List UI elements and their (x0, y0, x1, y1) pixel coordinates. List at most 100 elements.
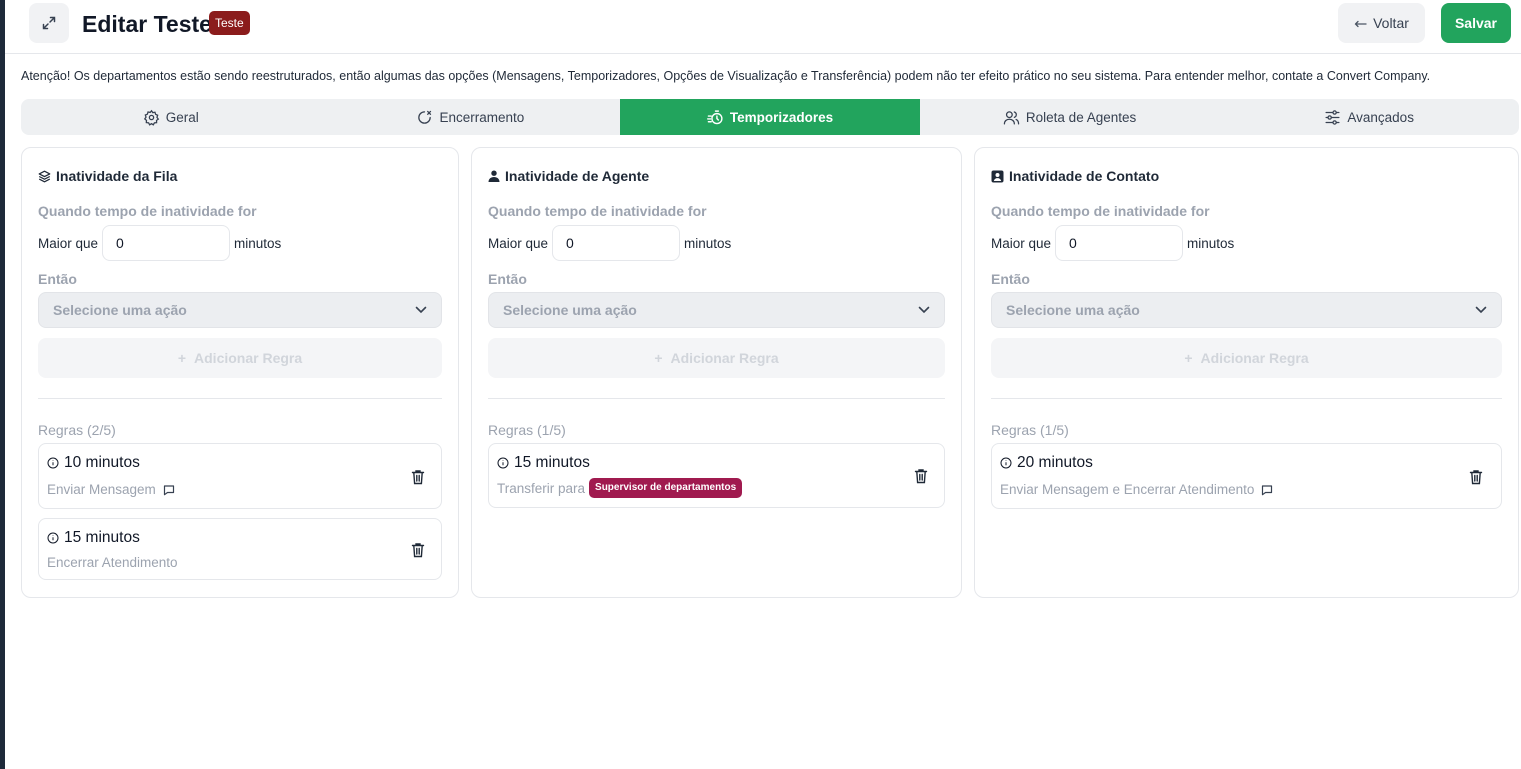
inactivity-minutes-input[interactable] (1055, 225, 1183, 261)
condition-label: Quando tempo de inatividade for (488, 203, 707, 219)
tab-label: Encerramento (439, 109, 525, 125)
chevron-down-icon (1475, 306, 1487, 314)
inactivity-minutes-input[interactable] (102, 225, 230, 261)
info-icon (47, 457, 59, 469)
greater-than-label: Maior que (488, 236, 549, 251)
action-select[interactable]: Selecione uma ação (488, 292, 945, 328)
page-title: Editar Teste (82, 11, 212, 37)
inactivity-minutes-input[interactable] (552, 225, 680, 261)
trash-icon-button[interactable] (914, 468, 928, 484)
tab-encerramento[interactable]: Encerramento (321, 99, 621, 135)
rule-time: 15 minutos (497, 454, 590, 472)
timer-off-icon (418, 110, 432, 124)
back-label: Voltar (1373, 15, 1409, 31)
sliders-icon (1325, 109, 1340, 125)
rule-description: Enviar Mensagem e Encerrar Atendimento (1000, 482, 1274, 497)
action-select[interactable]: Selecione uma ação (38, 292, 442, 328)
add-rule-button[interactable]: + Adicionar Regra (38, 338, 442, 378)
message-icon (1262, 484, 1273, 495)
trash-icon-button[interactable] (411, 469, 425, 485)
rules-count-label: Regras (1/5) (488, 422, 566, 438)
back-button[interactable]: Voltar (1338, 3, 1425, 43)
restructure-notice: Atenção! Os departamentos estão sendo re… (21, 69, 1431, 83)
back-arrow-icon (1354, 20, 1367, 28)
agent-inactivity-card: Inatividade de Agente Quando tempo de in… (471, 147, 962, 598)
card-title: Inatividade de Agente (488, 168, 649, 184)
rule-description: Enviar Mensagem (47, 482, 176, 497)
expand-icon (42, 16, 56, 30)
rules-count-label: Regras (1/5) (991, 422, 1069, 438)
tab-roleta-de-agentes[interactable]: Roleta de Agentes (920, 99, 1220, 135)
action-select[interactable]: Selecione uma ação (991, 292, 1502, 328)
users-icon (1003, 110, 1020, 125)
stopwatch-icon (706, 109, 723, 124)
rule-description: Transferir para Supervisor de departamen… (497, 478, 743, 498)
chevron-down-icon (918, 306, 930, 314)
condition-label: Quando tempo de inatividade for (991, 203, 1210, 219)
rules-count-label: Regras (2/5) (38, 422, 116, 438)
action-select-placeholder: Selecione uma ação (53, 302, 187, 318)
info-icon (497, 457, 509, 469)
add-rule-label: Adicionar Regra (1200, 350, 1309, 366)
contact-inactivity-card: Inatividade de Contato Quando tempo de i… (974, 147, 1519, 598)
rule-time: 20 minutos (1000, 454, 1093, 472)
tab-avancados[interactable]: Avançados (1219, 99, 1519, 135)
then-label: Então (991, 271, 1030, 287)
target-department-badge: Supervisor de departamentos (589, 478, 743, 498)
divider (38, 398, 442, 399)
greater-than-label: Maior que (38, 236, 99, 251)
card-title-text: Inatividade da Fila (56, 168, 178, 184)
trash-icon-button[interactable] (411, 542, 425, 558)
rule-description: Encerrar Atendimento (47, 555, 178, 570)
tab-label: Temporizadores (729, 109, 834, 125)
condition-label: Quando tempo de inatividade for (38, 203, 257, 219)
rule-item: 20 minutos Enviar Mensagem e Encerrar At… (991, 443, 1502, 509)
department-badge: Teste (209, 11, 250, 35)
plus-icon: + (1184, 350, 1193, 366)
action-select-placeholder: Selecione uma ação (503, 302, 637, 318)
expand-button[interactable] (29, 3, 69, 43)
gear-icon (143, 109, 159, 126)
action-select-placeholder: Selecione uma ação (1006, 302, 1140, 318)
user-icon (488, 170, 500, 182)
add-rule-label: Adicionar Regra (194, 350, 303, 366)
chevron-down-icon (415, 306, 427, 314)
message-icon (163, 484, 174, 495)
layers-icon (38, 170, 51, 182)
greater-than-label: Maior que (991, 236, 1052, 251)
divider (488, 398, 945, 399)
card-title-text: Inatividade de Contato (1009, 168, 1160, 184)
tab-label: Geral (165, 109, 199, 125)
tab-temporizadores[interactable]: Temporizadores (620, 99, 920, 135)
rule-time: 15 minutos (47, 529, 140, 547)
queue-inactivity-card: Inatividade da Fila Quando tempo de inat… (21, 147, 459, 598)
edit-department-page: Editar Teste Teste Voltar Salvar Atenção… (5, 0, 1521, 769)
save-button[interactable]: Salvar (1441, 3, 1511, 43)
add-rule-label: Adicionar Regra (670, 350, 779, 366)
tab-label: Avançados (1347, 109, 1414, 125)
contact-card-icon (991, 170, 1004, 182)
trash-icon-button[interactable] (1469, 469, 1483, 485)
divider (991, 398, 1502, 399)
then-label: Então (38, 271, 77, 287)
plus-icon: + (654, 350, 663, 366)
add-rule-button[interactable]: + Adicionar Regra (991, 338, 1502, 378)
rule-item: 10 minutos Enviar Mensagem (38, 443, 442, 509)
then-label: Então (488, 271, 527, 287)
card-title-text: Inatividade de Agente (505, 168, 650, 184)
unit-label: minutos (234, 236, 282, 251)
unit-label: minutos (684, 236, 732, 251)
card-title: Inatividade de Contato (991, 168, 1159, 184)
rule-item: 15 minutos Transferir para Supervisor de… (488, 443, 945, 508)
unit-label: minutos (1187, 236, 1235, 251)
rule-time: 10 minutos (47, 454, 140, 472)
tab-label: Roleta de Agentes (1025, 109, 1137, 125)
info-icon (47, 532, 59, 544)
card-title: Inatividade da Fila (38, 168, 177, 184)
tab-geral[interactable]: Geral (21, 99, 321, 135)
plus-icon: + (177, 350, 187, 366)
page-header: Editar Teste Teste Voltar Salvar (5, 0, 1521, 54)
add-rule-button[interactable]: + Adicionar Regra (488, 338, 945, 378)
settings-tabs: Geral Encerramento Temporizadores Roleta… (21, 99, 1519, 135)
info-icon (1000, 457, 1012, 469)
